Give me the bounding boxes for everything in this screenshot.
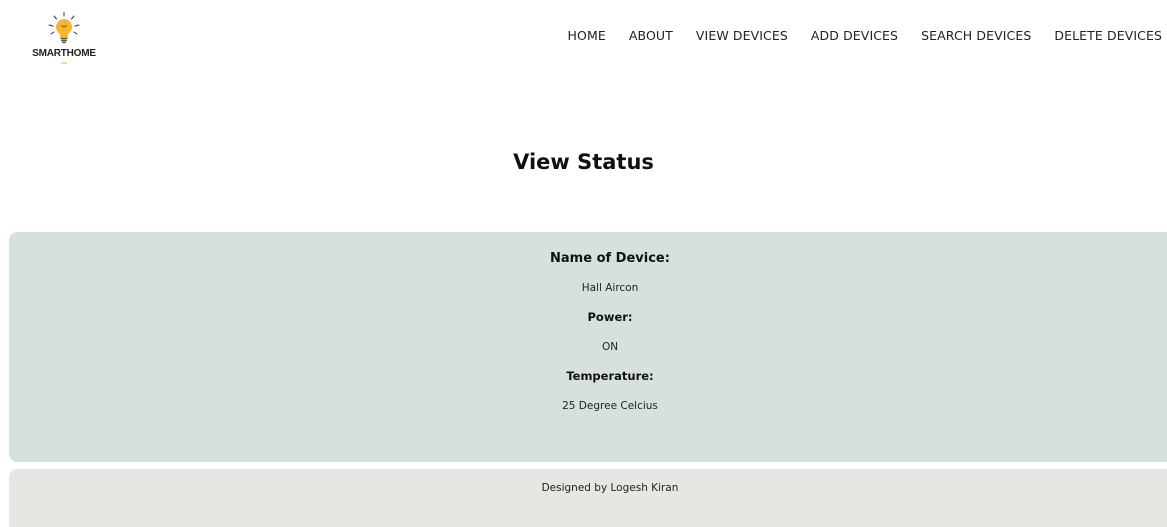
nav-delete-devices[interactable]: DELETE DEVICES [1054, 28, 1162, 43]
temperature-value: 25 Degree Celcius [562, 400, 658, 412]
page-title: View Status [513, 150, 654, 174]
site-footer: Designed by Logesh Kiran [9, 469, 1167, 527]
power-label: Power: [587, 310, 633, 324]
nav-view-devices[interactable]: VIEW DEVICES [696, 28, 788, 43]
page: SMARTHOME HUB HOME ABOUT VIEW DEVICES AD… [0, 0, 1167, 527]
logo-subtext: HUB [60, 61, 68, 65]
power-value: ON [601, 341, 619, 353]
nav-add-devices[interactable]: ADD DEVICES [811, 28, 898, 43]
temperature-label: Temperature: [566, 369, 654, 383]
nav-about[interactable]: ABOUT [629, 28, 673, 43]
footer-credit: Designed by Logesh Kiran [541, 482, 679, 494]
logo-text: SMARTHOME [32, 48, 96, 59]
lightbulb-icon [28, 10, 110, 50]
site-header: SMARTHOME HUB HOME ABOUT VIEW DEVICES AD… [0, 0, 1167, 80]
logo[interactable]: SMARTHOME HUB [28, 10, 110, 65]
nav-home[interactable]: HOME [568, 28, 606, 43]
status-panel: Name of Device: Hall Aircon Power: ON Te… [9, 232, 1167, 462]
device-name-label: Name of Device: [550, 251, 670, 266]
nav-search-devices[interactable]: SEARCH DEVICES [921, 28, 1031, 43]
device-name-value: Hall Aircon [581, 282, 639, 294]
main-nav: HOME ABOUT VIEW DEVICES ADD DEVICES SEAR… [545, 28, 1162, 43]
